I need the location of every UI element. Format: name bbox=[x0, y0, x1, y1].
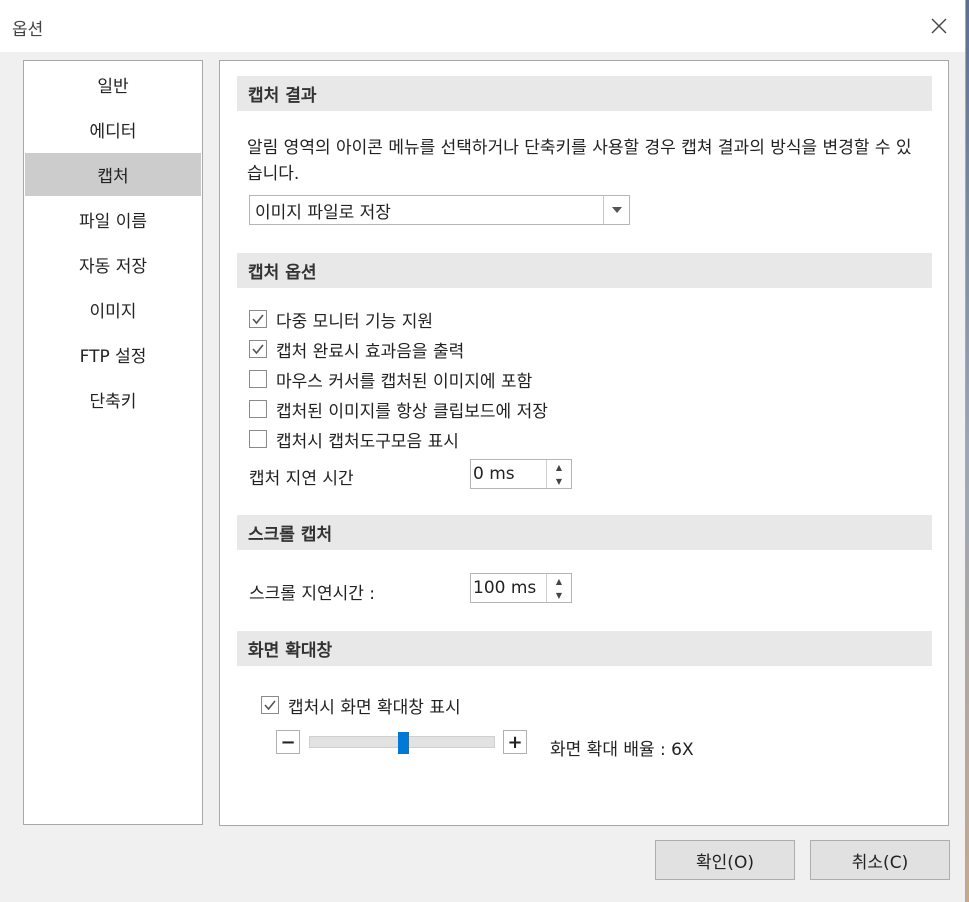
settings-panel: 캡처 결과 알림 영역의 아이콘 메뉴를 선택하거나 단축키를 사용할 경우 캡… bbox=[219, 60, 949, 826]
ok-button-label: 확인(O) bbox=[696, 852, 754, 873]
sidebar-item-ftp[interactable]: FTP 설정 bbox=[25, 333, 201, 376]
scroll-delay-spinner[interactable]: ▲ ▼ bbox=[470, 573, 572, 603]
slider-thumb[interactable] bbox=[398, 732, 409, 754]
window-title: 옵션 bbox=[12, 20, 44, 40]
checkbox-clipboard[interactable]: 캡처된 이미지를 항상 클립보드에 저장 bbox=[249, 397, 548, 422]
capture-result-description: 알림 영역의 아이콘 메뉴를 선택하거나 단축키를 사용할 경우 캡쳐 결과의 … bbox=[247, 138, 912, 184]
sidebar-item-shortcuts[interactable]: 단축키 bbox=[25, 378, 201, 421]
scroll-delay-input[interactable] bbox=[471, 574, 546, 602]
capture-delay-spinner[interactable]: ▲ ▼ bbox=[470, 459, 572, 489]
capture-delay-label: 캡처 지연 시간 bbox=[249, 469, 354, 489]
sidebar-item-label: 파일 이름 bbox=[79, 212, 147, 232]
checkbox[interactable] bbox=[249, 340, 267, 358]
checkbox-sound[interactable]: 캡처 완료시 효과음을 출력 bbox=[249, 337, 465, 362]
checkbox[interactable] bbox=[261, 696, 279, 714]
check-icon bbox=[252, 314, 264, 325]
checkbox-toolbar[interactable]: 캡처시 캡처도구모음 표시 bbox=[249, 427, 459, 452]
checkbox-label: 다중 모니터 기능 지원 bbox=[276, 311, 433, 332]
minus-icon: − bbox=[280, 731, 296, 753]
capture-delay-input[interactable] bbox=[471, 460, 546, 488]
ok-button[interactable]: 확인(O) bbox=[655, 840, 795, 880]
checkbox-label: 마우스 커서를 캡처된 이미지에 포함 bbox=[276, 371, 533, 392]
checkbox[interactable] bbox=[249, 430, 267, 448]
checkbox[interactable] bbox=[249, 400, 267, 418]
zoom-out-button[interactable]: − bbox=[276, 730, 300, 754]
title-bar: 옵션 bbox=[0, 0, 965, 52]
checkbox-label: 캡처된 이미지를 항상 클립보드에 저장 bbox=[276, 401, 548, 422]
sidebar-item-editor[interactable]: 에디터 bbox=[25, 108, 201, 151]
zoom-slider[interactable] bbox=[309, 732, 495, 754]
sidebar-item-filename[interactable]: 파일 이름 bbox=[25, 198, 201, 241]
cancel-button[interactable]: 취소(C) bbox=[810, 840, 950, 880]
capture-result-dropdown[interactable]: 이미지 파일로 저장 bbox=[249, 195, 630, 225]
check-icon bbox=[264, 700, 276, 711]
checkbox[interactable] bbox=[249, 310, 267, 328]
spin-up-button[interactable]: ▲ bbox=[547, 574, 571, 588]
section-header-capture-result: 캡처 결과 bbox=[237, 76, 932, 111]
spin-down-button[interactable]: ▼ bbox=[547, 474, 571, 488]
checkbox-include-cursor[interactable]: 마우스 커서를 캡처된 이미지에 포함 bbox=[249, 367, 533, 392]
checkbox-magnifier[interactable]: 캡처시 화면 확대창 표시 bbox=[261, 693, 461, 718]
sidebar-item-capture[interactable]: 캡처 bbox=[25, 153, 201, 196]
sidebar-item-label: FTP 설정 bbox=[79, 347, 147, 367]
section-header-magnifier: 화면 확대창 bbox=[237, 631, 932, 666]
check-icon bbox=[252, 344, 264, 355]
category-sidebar: 일반 에디터 캡처 파일 이름 자동 저장 이미지 FTP 설정 단축키 bbox=[23, 60, 203, 825]
zoom-level-label: 화면 확대 배율 : 6X bbox=[550, 740, 694, 760]
spin-down-button[interactable]: ▼ bbox=[547, 588, 571, 602]
cancel-button-label: 취소(C) bbox=[851, 852, 909, 873]
plus-icon: + bbox=[507, 731, 523, 753]
chevron-down-icon[interactable] bbox=[603, 196, 629, 224]
spin-up-button[interactable]: ▲ bbox=[547, 460, 571, 474]
section-header-capture-options: 캡처 옵션 bbox=[237, 253, 932, 288]
checkbox[interactable] bbox=[249, 370, 267, 388]
scroll-delay-label: 스크롤 지연시간 : bbox=[249, 584, 376, 604]
zoom-in-button[interactable]: + bbox=[503, 730, 527, 754]
checkbox-multi-monitor[interactable]: 다중 모니터 기능 지원 bbox=[249, 307, 433, 332]
sidebar-item-label: 이미지 bbox=[89, 302, 137, 322]
sidebar-item-label: 에디터 bbox=[89, 122, 137, 142]
sidebar-item-autosave[interactable]: 자동 저장 bbox=[25, 243, 201, 286]
section-header-scroll-capture: 스크롤 캡처 bbox=[237, 515, 932, 550]
checkbox-label: 캡처 완료시 효과음을 출력 bbox=[276, 341, 465, 362]
sidebar-item-label: 일반 bbox=[97, 77, 129, 97]
sidebar-item-label: 캡처 bbox=[97, 167, 129, 187]
sidebar-item-label: 단축키 bbox=[89, 392, 137, 412]
sidebar-item-image[interactable]: 이미지 bbox=[25, 288, 201, 331]
checkbox-label: 캡처시 캡처도구모음 표시 bbox=[276, 431, 459, 452]
close-button[interactable] bbox=[922, 10, 956, 42]
options-dialog: 옵션 일반 에디터 캡처 파일 이름 자동 저장 이미지 FTP 설정 단축키 … bbox=[0, 0, 966, 902]
close-icon bbox=[931, 18, 947, 34]
sidebar-item-general[interactable]: 일반 bbox=[25, 63, 201, 106]
capture-result-value: 이미지 파일로 저장 bbox=[255, 202, 391, 223]
checkbox-label: 캡처시 화면 확대창 표시 bbox=[288, 697, 461, 718]
sidebar-item-label: 자동 저장 bbox=[79, 257, 147, 277]
